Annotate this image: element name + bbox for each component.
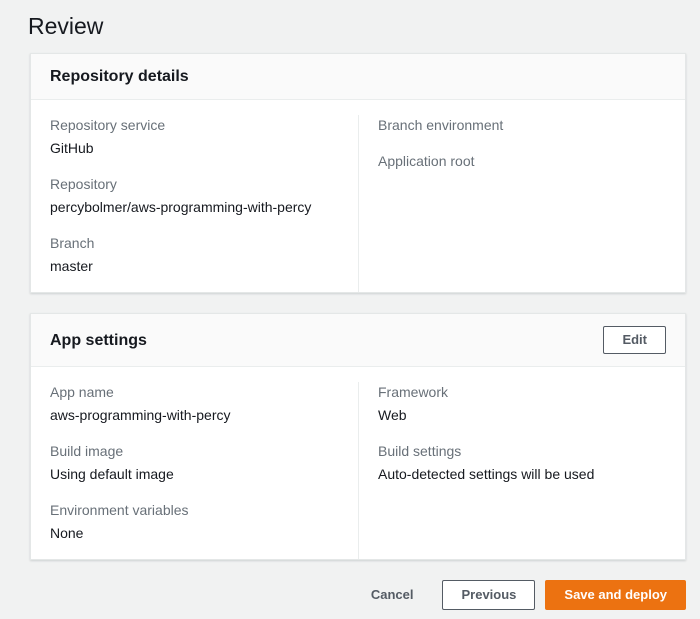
app-settings-card: App settings Edit App name aws-programmi… (30, 313, 686, 560)
footer-actions: Cancel Previous Save and deploy (30, 580, 686, 610)
field-label: Branch (50, 235, 95, 251)
app-settings-card-header: App settings Edit (31, 314, 685, 367)
repository-details-card-title: Repository details (50, 68, 189, 85)
page-title: Review (28, 13, 104, 39)
edit-button[interactable]: Edit (603, 326, 666, 354)
field-environment-variables: Environment variables None (50, 500, 339, 543)
field-value: None (50, 525, 84, 541)
field-value: GitHub (50, 140, 94, 156)
app-settings-right-column: Framework Web Build settings Auto-detect… (358, 382, 685, 559)
repository-details-left-column: Repository service GitHub Repository per… (31, 115, 358, 292)
repository-details-card-body: Repository service GitHub Repository per… (31, 100, 685, 292)
field-repository: Repository percybolmer/aws-programming-w… (50, 174, 339, 217)
field-label: Build image (50, 443, 124, 459)
field-label: Build settings (378, 443, 462, 459)
app-settings-card-title: App settings (50, 331, 147, 349)
field-repository-service: Repository service GitHub (50, 115, 339, 158)
field-application-root: Application root (378, 151, 666, 171)
field-label: App name (50, 384, 114, 400)
field-branch-environment: Branch environment (378, 115, 666, 135)
field-app-name: App name aws-programming-with-percy (50, 382, 339, 425)
field-value: Using default image (50, 466, 174, 482)
field-label: Repository (50, 176, 117, 192)
field-label: Framework (378, 384, 449, 400)
field-value: percybolmer/aws-programming-with-percy (50, 199, 312, 215)
field-label: Application root (378, 153, 475, 169)
field-framework: Framework Web (378, 382, 666, 425)
save-and-deploy-button[interactable]: Save and deploy (545, 580, 686, 610)
field-build-settings: Build settings Auto-detected settings wi… (378, 441, 666, 484)
field-branch: Branch master (50, 233, 339, 276)
review-page: Review Repository details Repository ser… (0, 0, 700, 610)
repository-details-card-header: Repository details (31, 54, 685, 100)
field-value: aws-programming-with-percy (50, 407, 231, 423)
app-settings-left-column: App name aws-programming-with-percy Buil… (31, 382, 358, 559)
app-settings-card-body: App name aws-programming-with-percy Buil… (31, 367, 685, 559)
field-label: Environment variables (50, 502, 189, 518)
field-build-image: Build image Using default image (50, 441, 339, 484)
repository-details-right-column: Branch environment Application root (358, 115, 685, 292)
previous-button[interactable]: Previous (442, 580, 536, 610)
repository-details-card: Repository details Repository service Gi… (30, 53, 686, 293)
field-label: Branch environment (378, 117, 504, 133)
cancel-button[interactable]: Cancel (352, 580, 433, 610)
field-value: Web (378, 407, 407, 423)
field-value: master (50, 258, 93, 274)
field-value: Auto-detected settings will be used (378, 466, 595, 482)
field-label: Repository service (50, 117, 166, 133)
